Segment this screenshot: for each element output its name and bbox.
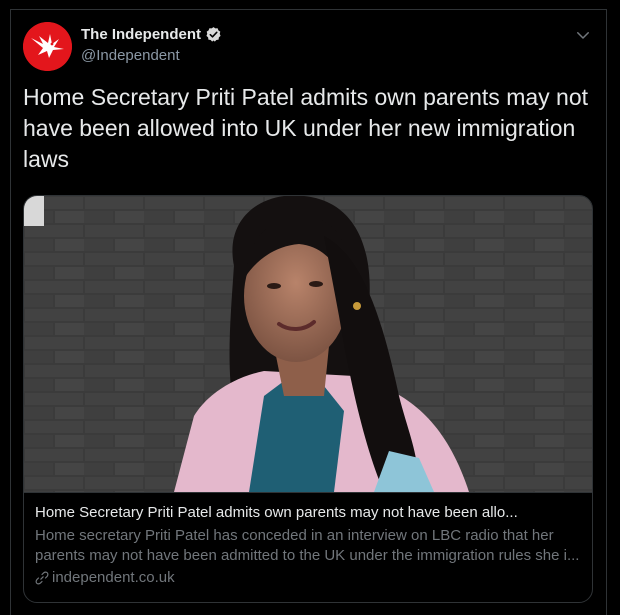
- verified-badge-icon: [206, 27, 221, 42]
- tweet-text: Home Secretary Priti Patel admits own pa…: [23, 84, 589, 172]
- link-icon: [35, 571, 49, 585]
- eagle-logo-icon: [23, 22, 72, 71]
- article-photo: [24, 196, 592, 492]
- avatar[interactable]: [23, 22, 72, 71]
- author-handle[interactable]: @Independent: [81, 47, 180, 64]
- card-title[interactable]: Home Secretary Priti Patel admits own pa…: [35, 503, 581, 523]
- card-description-line-1: Home secretary Priti Patel has conceded …: [35, 527, 554, 544]
- card-description: Home secretary Priti Patel has conceded …: [35, 526, 581, 566]
- tweet[interactable]: The Independent @Independent Home Secret…: [10, 9, 607, 615]
- link-card[interactable]: Home Secretary Priti Patel admits own pa…: [23, 195, 593, 603]
- card-domain-text[interactable]: independent.co.uk: [52, 568, 175, 588]
- card-image[interactable]: [24, 196, 592, 492]
- card-body[interactable]: Home Secretary Priti Patel admits own pa…: [24, 492, 592, 602]
- card-domain[interactable]: independent.co.uk: [35, 568, 581, 588]
- chevron-down-icon[interactable]: [574, 26, 592, 44]
- author-display-name[interactable]: The Independent: [81, 26, 201, 43]
- card-description-line-2: parents may not have been admitted to th…: [35, 547, 580, 564]
- author-name-row[interactable]: The Independent: [81, 26, 222, 43]
